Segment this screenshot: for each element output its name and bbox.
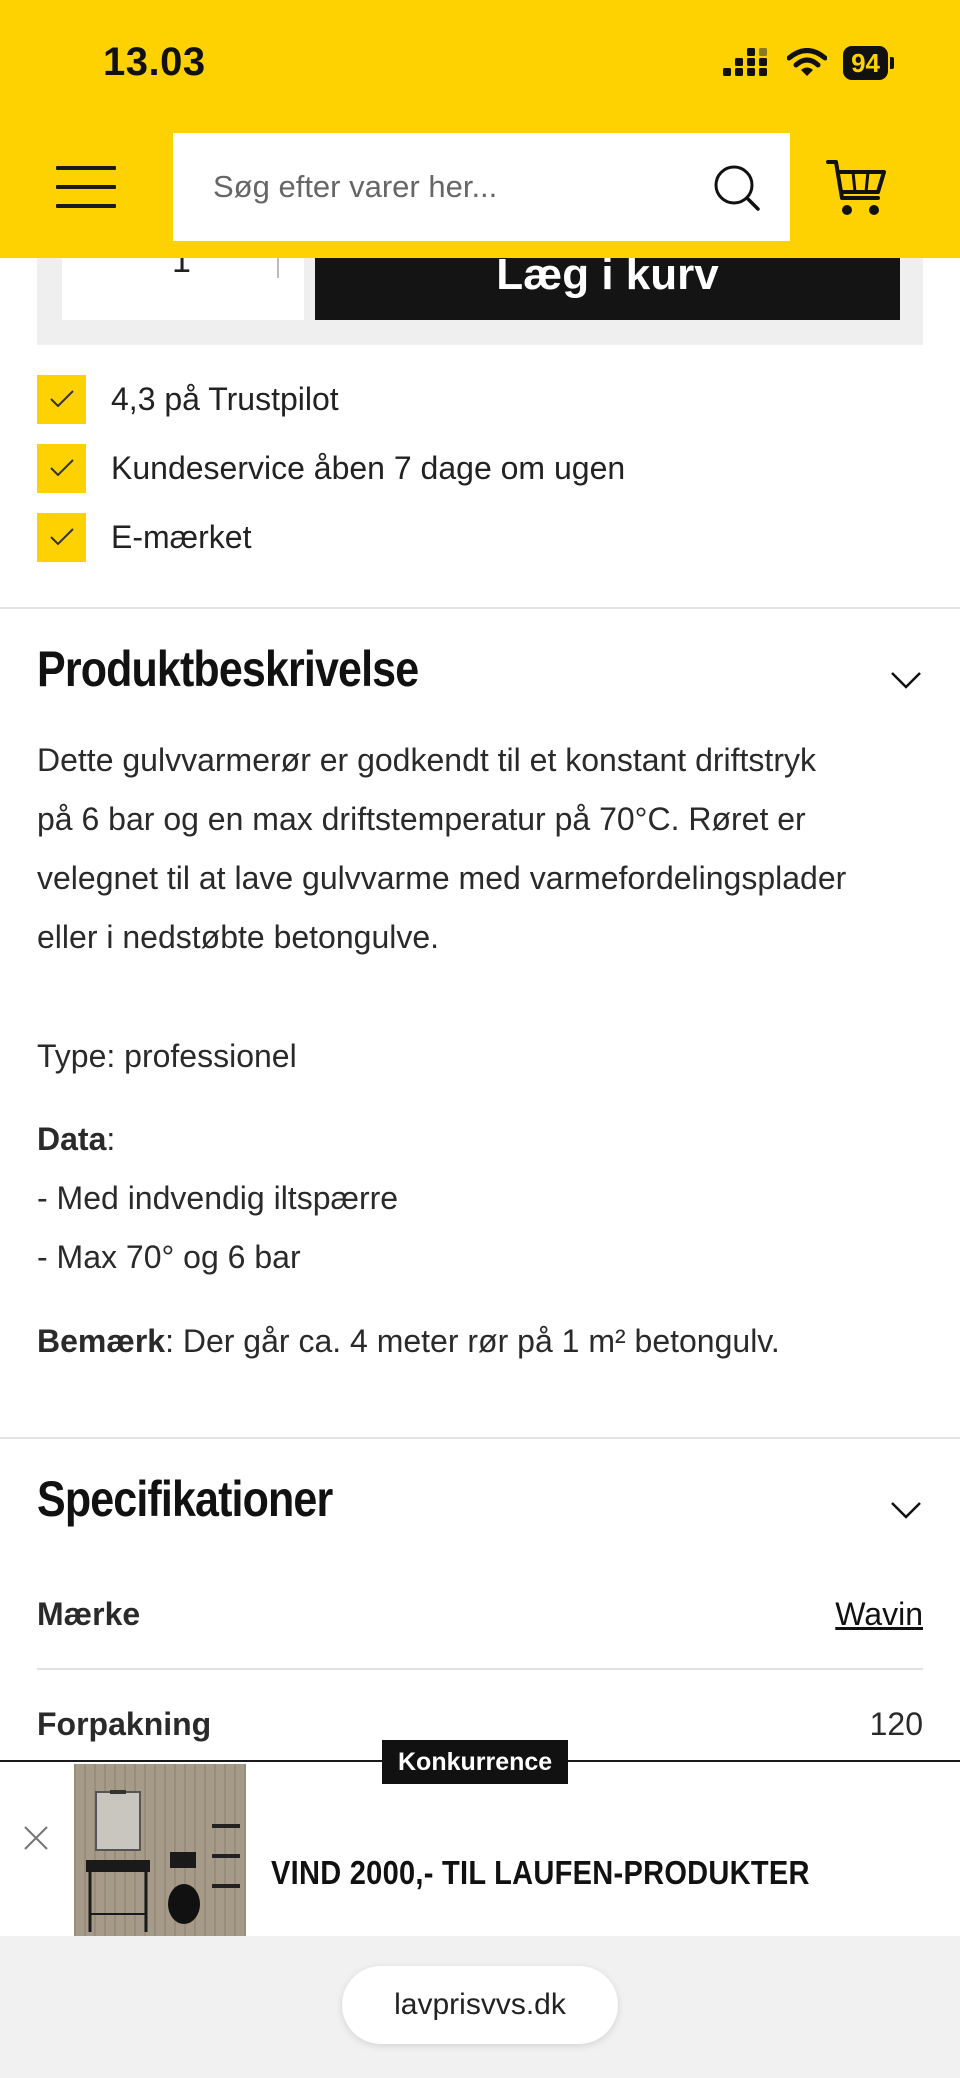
description-line: velegnet til at lave gulvvarme med varme…	[37, 860, 847, 896]
usp-list: 4,3 på Trustpilot Kundeservice åben 7 da…	[37, 374, 625, 581]
battery-tip	[890, 57, 894, 69]
checkmark-icon	[37, 374, 86, 424]
hamburger-line	[56, 185, 116, 189]
spec-row: Mærke Wavin	[37, 1596, 923, 1656]
note-heading: Bemærk	[37, 1323, 166, 1359]
data-item: - Med indvendig iltspærre	[37, 1180, 399, 1216]
data-colon: :	[106, 1121, 116, 1157]
description-data: Data: - Med indvendig iltspærre - Max 70…	[37, 1110, 917, 1287]
chevron-down-icon[interactable]	[888, 668, 924, 692]
cart-icon[interactable]	[826, 158, 888, 218]
usp-label: 4,3 på Trustpilot	[111, 380, 339, 417]
close-icon[interactable]	[22, 1824, 50, 1852]
signal-icon	[723, 48, 768, 76]
description-title[interactable]: Produktbeskrivelse	[37, 640, 419, 698]
description-line: eller i nedstøbte betongulve.	[37, 919, 440, 955]
hamburger-icon	[56, 166, 116, 170]
spec-divider	[37, 1668, 923, 1670]
spec-value: 120	[869, 1706, 923, 1742]
usp-item: E-mærket	[37, 512, 625, 562]
section-divider	[0, 1437, 960, 1439]
checkmark-icon	[37, 512, 86, 562]
search-box	[173, 133, 790, 241]
promo-banner[interactable]: Konkurrence VIND 2000,- TIL LAUFEN-PRODU…	[0, 1740, 960, 1936]
battery-indicator: 94	[843, 46, 888, 80]
chevron-down-icon[interactable]	[888, 1498, 924, 1522]
usp-label: Kundeservice åben 7 dage om ugen	[111, 449, 626, 486]
description-body: Dette gulvvarmerør er godkendt til et ko…	[37, 731, 917, 967]
section-divider	[0, 607, 960, 609]
data-item: - Max 70° og 6 bar	[37, 1239, 301, 1275]
spec-label: Forpakning	[37, 1706, 212, 1742]
hamburger-line	[56, 204, 116, 208]
search-icon[interactable]	[712, 163, 762, 213]
description-line: Dette gulvvarmerør er godkendt til et ko…	[37, 742, 816, 778]
status-icons: 94	[723, 46, 894, 80]
menu-button[interactable]	[56, 166, 118, 210]
note-text: : Der går ca. 4 meter rør på 1 m² betong…	[165, 1323, 780, 1359]
search-input[interactable]	[213, 133, 683, 241]
promo-image	[74, 1764, 246, 1936]
description-note: Bemærk: Der går ca. 4 meter rør på 1 m² …	[37, 1312, 917, 1371]
spec-label: Mærke	[37, 1596, 141, 1632]
promo-tag: Konkurrence	[382, 1740, 569, 1784]
usp-item: 4,3 på Trustpilot	[37, 374, 625, 424]
brand-link[interactable]: Wavin	[835, 1596, 923, 1633]
url-bar[interactable]: lavprisvvs.dk	[342, 1966, 618, 2044]
wifi-icon	[787, 48, 828, 76]
description-type: Type: professionel	[37, 1027, 917, 1086]
usp-item: Kundeservice åben 7 dage om ugen	[37, 443, 625, 493]
site-header: 13.03 94	[0, 0, 960, 258]
data-heading: Data	[37, 1121, 107, 1157]
description-line: på 6 bar og en max driftstemperatur på 7…	[37, 801, 806, 837]
checkmark-icon	[37, 443, 86, 493]
usp-label: E-mærket	[111, 518, 252, 555]
promo-text[interactable]: VIND 2000,- TIL LAUFEN-PRODUKTER	[271, 1854, 810, 1892]
type-line: Type: professionel	[37, 1038, 297, 1074]
status-time: 13.03	[103, 40, 206, 84]
browser-bottom-bar: lavprisvvs.dk	[0, 1936, 960, 2078]
specifications-title[interactable]: Specifikationer	[37, 1470, 333, 1528]
